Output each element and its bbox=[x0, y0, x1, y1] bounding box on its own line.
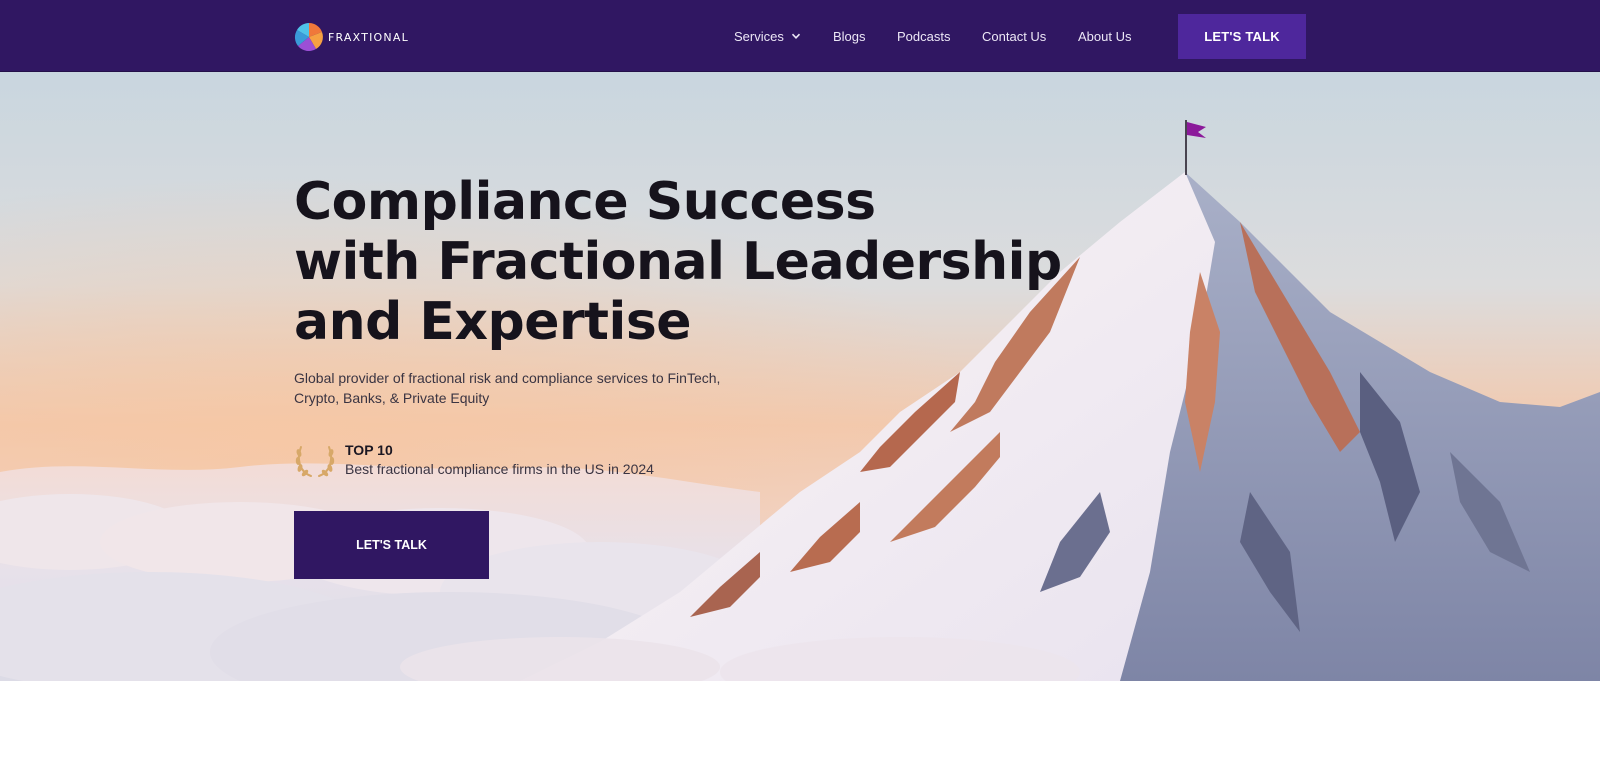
fraxtional-logo-icon bbox=[294, 23, 323, 52]
hero-title: Compliance Success with Fractional Leade… bbox=[294, 172, 1062, 352]
nav-item-label: Blogs bbox=[833, 28, 866, 44]
nav-item-podcasts[interactable]: Podcasts bbox=[897, 26, 950, 46]
hero-title-line: Compliance Success bbox=[294, 172, 876, 232]
brand-logo[interactable]: FRAXTIONAL bbox=[294, 22, 409, 52]
site-header: FRAXTIONAL Services Blogs Podcasts Conta… bbox=[0, 0, 1600, 72]
hero-lets-talk-button[interactable]: LET'S TALK bbox=[294, 511, 489, 579]
hero-subtitle: Global provider of fractional risk and c… bbox=[294, 370, 721, 406]
content-section-blank bbox=[0, 681, 1600, 779]
award-title: TOP 10 bbox=[345, 442, 393, 458]
hero-title-line: and Expertise bbox=[294, 292, 692, 352]
brand-name: FRAXTIONAL bbox=[328, 30, 409, 44]
award-badge: TOP 10 Best fractional compliance firms … bbox=[294, 438, 714, 480]
nav-item-contact-us[interactable]: Contact Us bbox=[982, 26, 1046, 46]
nav-item-blogs[interactable]: Blogs bbox=[833, 26, 866, 46]
header-lets-talk-button[interactable]: LET'S TALK bbox=[1178, 14, 1306, 59]
nav-item-label: Contact Us bbox=[982, 28, 1047, 44]
nav-item-label: Podcasts bbox=[897, 28, 951, 44]
hero-title-line: with Fractional Leadership bbox=[294, 232, 1062, 292]
chevron-down-icon bbox=[791, 33, 800, 39]
mountain-hero-image bbox=[0, 72, 1600, 681]
hero-section: Compliance Success with Fractional Leade… bbox=[0, 72, 1600, 681]
nav-item-label: Services bbox=[734, 28, 784, 44]
nav-item-services[interactable]: Services bbox=[734, 26, 801, 46]
laurel-wreath-icon bbox=[295, 446, 335, 477]
nav-item-about-us[interactable]: About Us bbox=[1078, 26, 1131, 46]
nav-item-label: About Us bbox=[1078, 28, 1132, 44]
award-description: Best fractional compliance firms in the … bbox=[345, 461, 654, 477]
